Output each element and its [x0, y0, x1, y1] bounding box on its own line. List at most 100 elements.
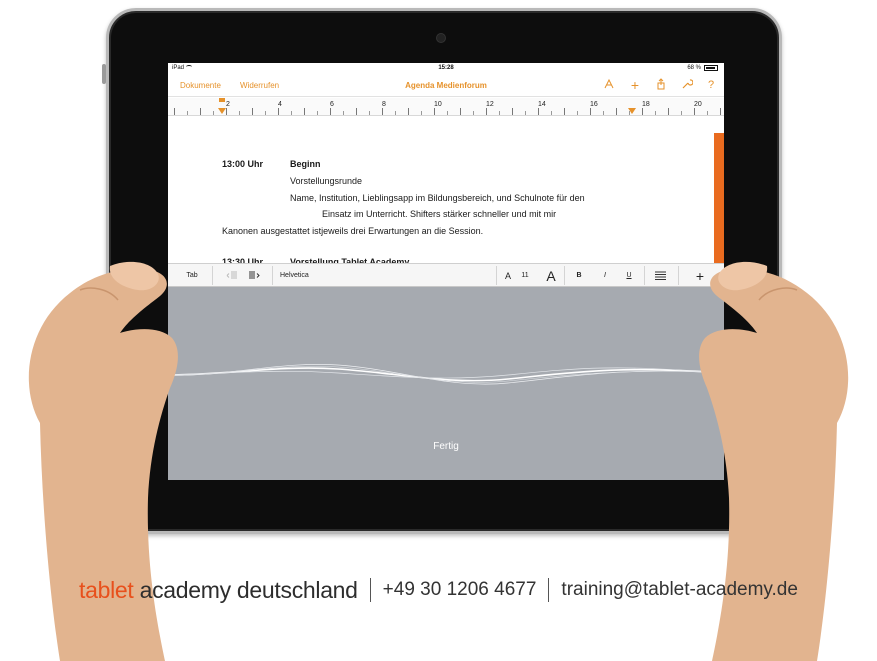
dictation-panel: Fertig [168, 287, 724, 480]
ruler-tick [239, 111, 240, 115]
ruler-tick [473, 111, 474, 115]
ruler-number: 16 [590, 101, 598, 108]
indent-icon[interactable] [246, 264, 262, 287]
bold-button[interactable]: B [572, 264, 586, 287]
ruler-number: 2 [226, 101, 230, 108]
brush-icon[interactable] [602, 78, 616, 92]
agenda-heading: Beginn [290, 159, 321, 169]
ruler-tick [486, 108, 487, 115]
ruler-tick [603, 111, 604, 115]
share-icon[interactable] [654, 78, 668, 92]
status-battery: 68 % [687, 65, 718, 71]
ruler-tick [447, 111, 448, 115]
underline-button[interactable]: U [622, 264, 636, 287]
font-selector[interactable]: Helvetica [280, 264, 320, 287]
status-bar: iPad 15:28 68 % [168, 63, 724, 75]
format-toolbar: Tab Helvetica A 11 A B I U + [168, 263, 724, 287]
battery-icon [704, 65, 718, 71]
ruler-number: 4 [278, 101, 282, 108]
divider [496, 266, 497, 285]
decrease-font-button[interactable]: A [502, 264, 514, 287]
navigation-bar: Dokumente Widerrufen Agenda Medienforum … [168, 75, 724, 97]
ruler-tick [564, 108, 565, 115]
ruler-tick [460, 108, 461, 115]
ruler-tick [707, 111, 708, 115]
outdent-icon[interactable] [224, 264, 240, 287]
align-icon[interactable] [652, 264, 668, 287]
paragraph-line: Einsatz im Unterricht. Shifters stärker … [322, 209, 557, 219]
document-body[interactable]: 13:00 Uhr Beginn Vorstellungsrunde Name,… [168, 117, 724, 267]
paragraph-line: Kanonen ausgestattet istjeweils drei Erw… [222, 226, 484, 236]
left-margin-marker[interactable] [218, 108, 226, 114]
ruler-tick [642, 108, 643, 115]
phone-number: +49 30 1206 4677 [382, 579, 537, 600]
email-address: training@tablet-academy.de [561, 579, 798, 600]
ruler-tick [252, 108, 253, 115]
ruler-number: 14 [538, 101, 546, 108]
ruler-tick [330, 108, 331, 115]
ruler-tick [525, 111, 526, 115]
ruler-tick [499, 111, 500, 115]
divider [548, 578, 550, 602]
ruler-tick [616, 108, 617, 115]
front-camera [437, 34, 445, 42]
ruler-tick [655, 111, 656, 115]
footer-banner: tablet academy deutschland +49 30 1206 4… [0, 574, 877, 606]
ruler-tick [213, 111, 214, 115]
ruler-number: 18 [642, 101, 650, 108]
divider [369, 578, 371, 602]
wrench-icon[interactable] [680, 78, 694, 92]
divider [644, 266, 645, 285]
ruler-tick [590, 108, 591, 115]
ruler-tick [577, 111, 578, 115]
ruler-tick [720, 108, 721, 115]
font-size-value: 11 [521, 272, 529, 279]
paragraph-line: Vorstellungsrunde [290, 176, 363, 186]
done-button[interactable]: Fertig [168, 441, 724, 452]
ruler-number: 12 [486, 101, 494, 108]
ruler-number: 6 [330, 101, 334, 108]
ruler-tick [668, 108, 669, 115]
status-time: 15:28 [438, 65, 454, 71]
ruler-tick [382, 108, 383, 115]
italic-button[interactable]: I [598, 264, 612, 287]
agenda-time: 13:00 Uhr [222, 159, 264, 169]
volume-button [102, 64, 106, 84]
paragraph-line: Name, Institution, Lieblingsapp im Bildu… [290, 193, 585, 203]
ruler-tick [278, 108, 279, 115]
ruler-tick [187, 111, 188, 115]
ruler-tick [421, 111, 422, 115]
ruler-tick [629, 111, 630, 115]
ruler-tick [512, 108, 513, 115]
plus-icon[interactable]: + [628, 78, 642, 92]
ruler-tick [200, 108, 201, 115]
increase-font-button[interactable]: A [544, 264, 558, 287]
ruler-tick [291, 111, 292, 115]
ruler-tick [304, 108, 305, 115]
help-icon[interactable]: ? [704, 78, 718, 92]
ruler-tick [681, 111, 682, 115]
ruler-tick [317, 111, 318, 115]
ruler-number: 20 [694, 101, 702, 108]
ruler-tick [395, 111, 396, 115]
ruler[interactable]: 2 4 6 8 10 12 14 16 18 20 [168, 98, 724, 116]
undo-button[interactable]: Widerrufen [240, 81, 279, 90]
ruler-number: 8 [382, 101, 386, 108]
divider [272, 266, 273, 285]
documents-button[interactable]: Dokumente [180, 81, 221, 90]
ruler-tick [343, 111, 344, 115]
divider [564, 266, 565, 285]
ruler-tick [174, 108, 175, 115]
ruler-tick [265, 111, 266, 115]
ruler-tick [356, 108, 357, 115]
ruler-tick [551, 111, 552, 115]
ruler-tick [434, 108, 435, 115]
ruler-tick [694, 108, 695, 115]
ruler-tick [369, 111, 370, 115]
divider [212, 266, 213, 285]
ruler-tick [538, 108, 539, 115]
ipad-screen: iPad 15:28 68 % Dokumente Widerrufen Age… [168, 63, 724, 480]
brand-logo: tablet academy deutschland [79, 576, 358, 603]
ruler-number: 10 [434, 101, 442, 108]
indent-marker[interactable] [219, 98, 225, 102]
